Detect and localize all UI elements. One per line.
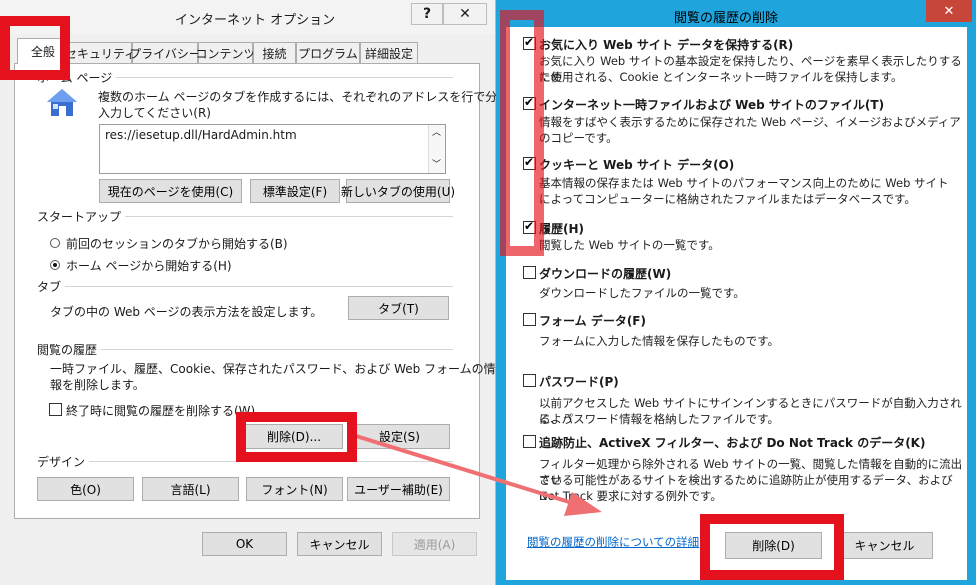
arrow-line	[355, 434, 583, 508]
highlight-delete-button	[236, 412, 357, 462]
arrow-head-icon	[564, 492, 602, 516]
highlight-general-tab	[0, 16, 70, 80]
annotation-arrow	[355, 434, 602, 516]
highlight-dialog-delete-button	[700, 514, 844, 580]
highlight-checked-options	[500, 10, 544, 256]
